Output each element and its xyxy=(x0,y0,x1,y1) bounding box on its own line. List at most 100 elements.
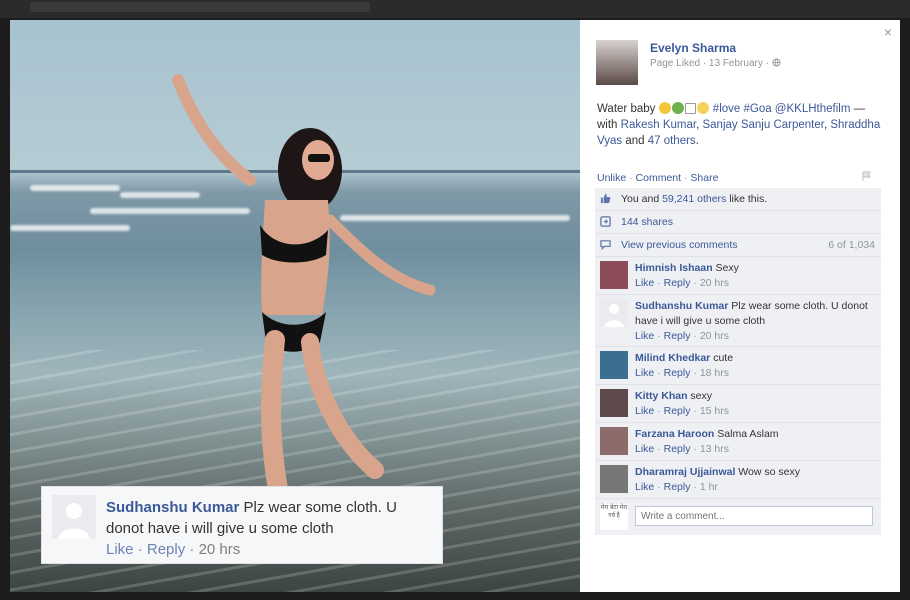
write-comment-row: मेरा बेटा मेरा गर्व है xyxy=(595,499,881,535)
caption-end: . xyxy=(695,135,699,147)
tagged-user-1[interactable]: Rakesh Kumar xyxy=(621,119,696,131)
commenter-avatar[interactable] xyxy=(600,465,628,493)
globe-icon xyxy=(772,58,781,67)
comment-item: Sudhanshu Kumar Plz wear some cloth. U d… xyxy=(595,295,881,347)
smile-emoji-icon xyxy=(696,102,709,114)
comment-reply-link[interactable]: Reply xyxy=(664,367,691,379)
comment-reply-link[interactable]: Reply xyxy=(664,443,691,455)
sun-emoji-icon xyxy=(658,102,671,114)
woman-figure-image xyxy=(172,74,436,510)
unlike-link[interactable]: Unlike xyxy=(597,172,626,184)
likes-you-and: You and xyxy=(621,193,660,205)
overlay-comment-actions: Like · Reply · 20 hrs xyxy=(106,541,241,558)
likes-row: You and 59,241 others like this. xyxy=(595,188,881,211)
photo-wave xyxy=(30,185,120,191)
commenter-avatar[interactable] xyxy=(600,299,628,327)
shares-link[interactable]: 144 shares xyxy=(621,216,673,228)
page-avatar[interactable] xyxy=(596,40,638,85)
comment-body: Farzana Haroon Salma Aslam Like · Reply … xyxy=(635,427,875,457)
comment-time: 1 hr xyxy=(699,481,718,493)
comment-author[interactable]: Himnish Ishaan xyxy=(635,262,713,274)
comment-meta: Like · Reply · 1 hr xyxy=(635,481,718,493)
commenter-avatar[interactable] xyxy=(600,427,628,455)
top-bar-tab xyxy=(30,2,370,12)
share-link[interactable]: Share xyxy=(690,172,718,184)
overlay-reply-link[interactable]: Reply xyxy=(147,541,185,558)
comment-time: 18 hrs xyxy=(699,367,729,379)
comment-like-link[interactable]: Like xyxy=(635,405,654,417)
comment-like-link[interactable]: Like xyxy=(635,481,654,493)
caption-hashtags[interactable]: #love #Goa @KKLHthefilm xyxy=(713,103,851,115)
overlay-comment-author[interactable]: Sudhanshu Kumar xyxy=(106,499,239,516)
comment-like-link[interactable]: Like xyxy=(635,330,654,342)
tagged-others-link[interactable]: 47 others xyxy=(648,135,696,147)
comment-meta: Like · Reply · 13 hrs xyxy=(635,443,729,455)
write-comment-input[interactable] xyxy=(635,506,873,526)
comment-meta: Like · Reply · 20 hrs xyxy=(635,330,729,342)
comment-author[interactable]: Kitty Khan xyxy=(635,390,688,402)
comment-reply-link[interactable]: Reply xyxy=(664,481,691,493)
comment-author[interactable]: Farzana Haroon xyxy=(635,428,714,440)
commenter-avatar[interactable] xyxy=(600,351,628,379)
likes-like-this: like this. xyxy=(729,193,768,205)
current-user-avatar: मेरा बेटा मेरा गर्व है xyxy=(600,504,628,530)
post-photo[interactable]: Sudhanshu Kumar Plz wear some cloth. U d… xyxy=(10,20,580,592)
comment-meta: Like · Reply · 18 hrs xyxy=(635,367,729,379)
comment-author[interactable]: Dharamraj Ujjainwal xyxy=(635,466,735,478)
comment-like-link[interactable]: Like xyxy=(635,443,654,455)
post-actions: Unlike · Comment · Share xyxy=(597,172,719,184)
post-meta-text: Page Liked · 13 February · xyxy=(650,58,769,69)
post-caption: Water baby #love #Goa @KKLHthefilm — wit… xyxy=(597,102,881,147)
comment-like-link[interactable]: Like xyxy=(635,367,654,379)
overlay-like-link[interactable]: Like xyxy=(106,541,134,558)
post-meta: Page Liked · 13 February · xyxy=(650,58,781,69)
comment-link[interactable]: Comment xyxy=(636,172,682,184)
caption-text: Water baby xyxy=(597,103,656,115)
comments-count: 6 of 1,034 xyxy=(828,239,875,251)
tagged-user-2[interactable]: Sanjay Sanju Carpenter xyxy=(702,119,823,131)
overlay-avatar[interactable] xyxy=(52,495,96,539)
comment-like-link[interactable]: Like xyxy=(635,277,654,289)
palm-tree-emoji-icon xyxy=(671,102,684,114)
view-previous-comments-link[interactable]: View previous comments xyxy=(621,239,738,251)
close-icon[interactable]: × xyxy=(884,24,892,40)
comment-body: Sudhanshu Kumar Plz wear some cloth. U d… xyxy=(635,299,875,344)
comment-text: Wow so sexy xyxy=(738,466,800,478)
caption-and: and xyxy=(622,135,648,147)
comment-text: Salma Aslam xyxy=(717,428,779,440)
comment-time: 15 hrs xyxy=(699,405,729,417)
box-emoji-icon xyxy=(684,103,696,114)
commenter-avatar[interactable] xyxy=(600,389,628,417)
overlay-comment-body: Sudhanshu Kumar Plz wear some cloth. U d… xyxy=(106,497,436,539)
likes-count-link[interactable]: 59,241 others xyxy=(662,193,726,205)
comment-author[interactable]: Milind Khedkar xyxy=(635,352,710,364)
comment-meta: Like · Reply · 20 hrs xyxy=(635,277,729,289)
comment-item: Kitty Khan sexy Like · Reply · 15 hrs xyxy=(595,385,881,423)
comment-text: cute xyxy=(713,352,734,364)
comment-text: Sexy xyxy=(715,262,739,274)
photo-wave xyxy=(10,225,130,231)
comment-body: Dharamraj Ujjainwal Wow so sexy Like · R… xyxy=(635,465,875,495)
comment-item: Milind Khedkar cute Like · Reply · 18 hr… xyxy=(595,347,881,385)
share-icon xyxy=(600,216,611,227)
comment-reply-link[interactable]: Reply xyxy=(664,330,691,342)
comment-time: 13 hrs xyxy=(699,443,729,455)
comment-bubble-icon xyxy=(600,240,611,250)
likes-summary: You and 59,241 others like this. xyxy=(621,193,767,205)
flag-icon[interactable] xyxy=(862,171,872,181)
comment-time: 20 hrs xyxy=(699,330,729,342)
overlay-comment-time: 20 hrs xyxy=(198,541,241,558)
previous-comments-row: View previous comments 6 of 1,034 xyxy=(595,234,881,257)
comment-author[interactable]: Sudhanshu Kumar xyxy=(635,300,728,312)
comment-meta: Like · Reply · 15 hrs xyxy=(635,405,729,417)
overlay-comment: Sudhanshu Kumar Plz wear some cloth. U d… xyxy=(41,486,443,564)
feedback-box: You and 59,241 others like this. 144 sha… xyxy=(595,188,881,535)
comment-time: 20 hrs xyxy=(699,277,729,289)
comment-item: Farzana Haroon Salma Aslam Like · Reply … xyxy=(595,423,881,461)
comment-reply-link[interactable]: Reply xyxy=(664,405,691,417)
comment-reply-link[interactable]: Reply xyxy=(664,277,691,289)
comment-item: Dharamraj Ujjainwal Wow so sexy Like · R… xyxy=(595,461,881,499)
commenter-avatar[interactable] xyxy=(600,261,628,289)
page-name[interactable]: Evelyn Sharma xyxy=(650,41,736,55)
comment-text: sexy xyxy=(690,390,713,402)
